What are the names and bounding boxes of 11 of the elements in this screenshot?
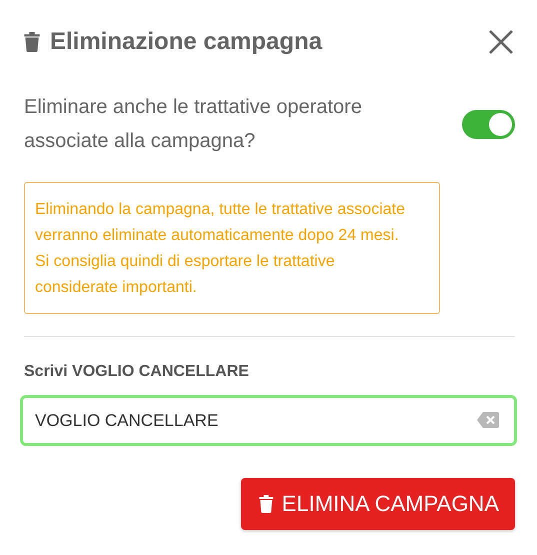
toggle-switch[interactable] [462,110,515,138]
warning-message: Eliminando la campagna, tutte le trattative associate verranno eliminate automaticamente dopo 24 mesi. Si consiglia quindi di esportare le trattative considerate importanti. [24,182,440,314]
delete-campaign-button[interactable]: ELIMINA CAMPAGNA [241,478,515,530]
field-label: Scrivi VOGLIO CANCELLARE [24,363,250,381]
clear-icon[interactable] [477,412,499,428]
close-button[interactable] [487,28,515,56]
trash-icon [24,32,40,52]
confirm-input-field[interactable]: VOGLIO CANCELLARE [20,395,517,446]
trash-icon [259,495,274,513]
option-label: Eliminare anche le trattative operatore associate alla campagna? [24,95,363,154]
dialog-title: Eliminazione campagna [50,28,322,56]
